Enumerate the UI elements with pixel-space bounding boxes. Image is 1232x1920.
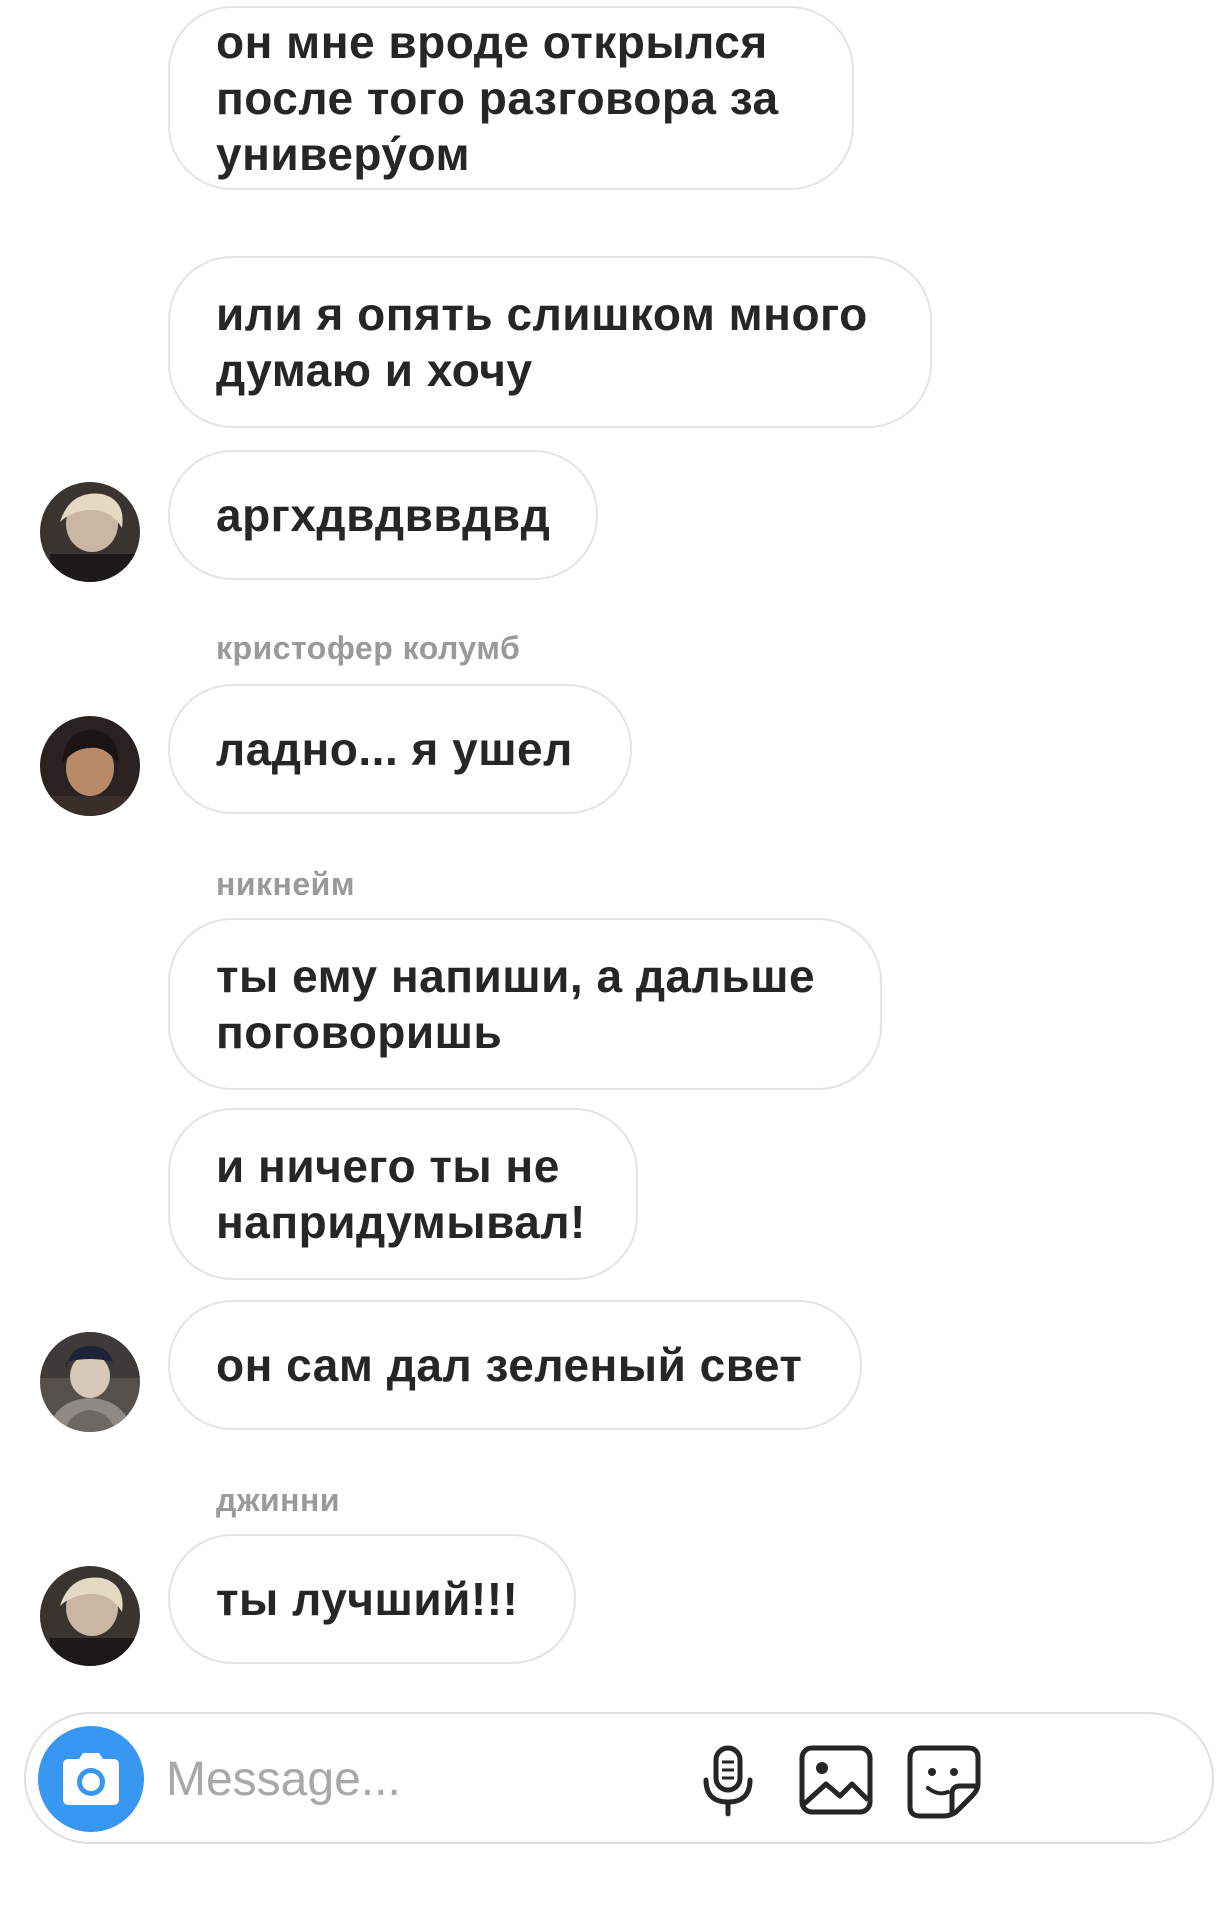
message-composer xyxy=(24,1712,1214,1844)
avatar[interactable] xyxy=(40,1566,140,1666)
message-bubble[interactable]: он мне вроде открылся после того разгово… xyxy=(168,6,854,190)
message-text: ты ему напиши, а дальше поговоришь xyxy=(216,950,816,1058)
message-bubble[interactable]: ладно... я ушел xyxy=(168,684,632,814)
sender-name: никнейм xyxy=(216,866,355,902)
message-text: или я опять слишком много думаю и хочу xyxy=(216,288,868,396)
microphone-icon[interactable] xyxy=(688,1740,768,1820)
message-text: аргхдвдввдвд xyxy=(216,489,551,541)
message-bubble[interactable]: ты лучший!!! xyxy=(168,1534,576,1664)
message-text: он мне вроде открылся после того разгово… xyxy=(216,16,779,180)
sender-name: кристофер колумб xyxy=(216,630,521,666)
avatar[interactable] xyxy=(40,716,140,816)
avatar[interactable] xyxy=(40,1332,140,1432)
message-input[interactable] xyxy=(166,1738,726,1820)
message-bubble[interactable]: ты ему напиши, а дальше поговоришь xyxy=(168,918,882,1090)
message-text: ты лучший!!! xyxy=(216,1573,519,1625)
message-bubble[interactable]: или я опять слишком много думаю и хочу xyxy=(168,256,932,428)
message-text: он сам дал зеленый свет xyxy=(216,1339,803,1391)
message-bubble[interactable]: и ничего ты не напридумывал! xyxy=(168,1108,638,1280)
gallery-icon[interactable] xyxy=(796,1740,876,1820)
message-bubble[interactable]: аргхдвдввдвд xyxy=(168,450,598,580)
avatar[interactable] xyxy=(40,482,140,582)
message-text: ладно... я ушел xyxy=(216,723,573,775)
sticker-icon[interactable] xyxy=(904,1740,984,1820)
camera-icon xyxy=(63,1753,119,1805)
message-text: и ничего ты не напридумывал! xyxy=(216,1140,586,1248)
camera-button[interactable] xyxy=(38,1726,144,1832)
message-bubble[interactable]: он сам дал зеленый свет xyxy=(168,1300,862,1430)
sender-name: джинни xyxy=(216,1482,340,1518)
